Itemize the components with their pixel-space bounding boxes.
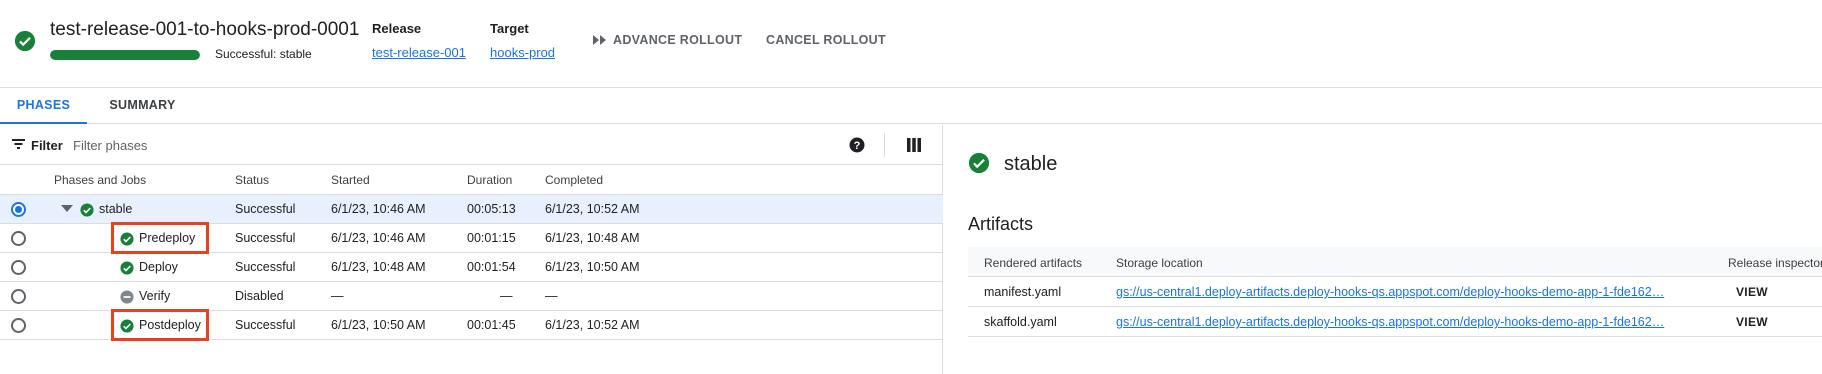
artifact-row: skaffold.yaml gs://us-central1.deploy-ar… <box>968 307 1822 337</box>
column-header-phases: Phases and Jobs <box>54 173 147 187</box>
job-name: Verify <box>139 289 171 303</box>
phases-panel: Filter ? Phases and Jobs Status Started … <box>0 125 943 374</box>
job-name: Predeploy <box>139 231 196 245</box>
row-duration: 00:01:54 <box>467 260 516 274</box>
table-row[interactable]: Postdeploy Successful 6/1/23, 10:50 AM 0… <box>0 309 943 341</box>
row-completed: 6/1/23, 10:50 AM <box>545 260 640 274</box>
check-circle-icon <box>120 261 134 275</box>
cancel-rollout-button[interactable]: CANCEL ROLLOUT <box>766 33 886 47</box>
phases-table-header: Phases and Jobs Status Started Duration … <box>0 165 943 195</box>
filter-icon <box>12 139 25 149</box>
row-started: — <box>331 289 344 303</box>
artifacts-table-header: Rendered artifacts Storage location Rele… <box>968 247 1822 277</box>
row-duration: 00:01:15 <box>467 231 516 245</box>
target-label: Target <box>490 21 529 36</box>
column-header-storage-location: Storage location <box>1116 256 1203 270</box>
row-radio[interactable] <box>11 289 26 304</box>
row-radio[interactable] <box>11 231 26 246</box>
artifact-name: manifest.yaml <box>984 285 1062 299</box>
check-circle-icon <box>120 232 134 246</box>
disabled-icon <box>120 290 134 304</box>
column-header-completed: Completed <box>545 173 604 187</box>
filter-input[interactable] <box>73 133 673 157</box>
filter-bar: Filter ? <box>0 125 943 165</box>
view-artifact-button[interactable]: VIEW <box>1736 315 1768 329</box>
artifact-name: skaffold.yaml <box>984 315 1057 329</box>
target-link[interactable]: hooks-prod <box>490 45 555 60</box>
tab-summary[interactable]: SUMMARY <box>95 88 190 124</box>
rollout-progress-fill <box>50 50 200 60</box>
artifact-row: manifest.yaml gs://us-central1.deploy-ar… <box>968 277 1822 307</box>
artifacts-heading: Artifacts <box>968 214 1034 234</box>
filter-label: Filter <box>31 138 63 153</box>
column-display-icon[interactable] <box>907 138 921 152</box>
row-started: 6/1/23, 10:48 AM <box>331 260 426 274</box>
artifact-storage-link[interactable]: gs://us-central1.deploy-artifacts.deploy… <box>1116 315 1691 329</box>
row-status: Disabled <box>235 289 284 303</box>
row-started: 6/1/23, 10:46 AM <box>331 202 426 216</box>
rollout-title: test-release-001-to-hooks-prod-0001 <box>50 19 360 40</box>
success-check-icon <box>968 152 990 174</box>
job-name: Deploy <box>139 260 178 274</box>
phase-detail-panel: stable Artifacts Rendered artifacts Stor… <box>944 125 1822 374</box>
row-radio[interactable] <box>11 260 26 275</box>
column-header-duration: Duration <box>467 173 513 187</box>
row-completed: 6/1/23, 10:48 AM <box>545 231 640 245</box>
row-duration: 00:01:45 <box>467 318 516 332</box>
table-row[interactable]: Predeploy Successful 6/1/23, 10:46 AM 00… <box>0 222 943 254</box>
column-header-rendered-artifacts: Rendered artifacts <box>984 256 1083 270</box>
collapse-caret-icon[interactable] <box>61 205 73 212</box>
table-row[interactable]: Verify Disabled — — — <box>0 282 943 311</box>
rollout-status: Successful: stable <box>215 47 312 61</box>
table-row[interactable]: stable Successful 6/1/23, 10:46 AM 00:05… <box>0 195 943 224</box>
column-header-started: Started <box>331 173 370 187</box>
help-icon[interactable]: ? <box>849 137 865 153</box>
rollout-progress-bar <box>50 50 200 60</box>
row-started: 6/1/23, 10:46 AM <box>331 231 426 245</box>
tab-phases[interactable]: PHASES <box>0 88 87 124</box>
row-status: Successful <box>235 260 296 274</box>
row-started: 6/1/23, 10:50 AM <box>331 318 426 332</box>
column-header-status: Status <box>235 173 270 187</box>
toolbar-divider <box>884 133 885 157</box>
rollout-header: test-release-001-to-hooks-prod-0001 Succ… <box>0 0 1822 88</box>
check-circle-icon <box>80 203 94 217</box>
job-name: Postdeploy <box>139 318 201 332</box>
check-circle-icon <box>120 319 134 333</box>
row-completed: 6/1/23, 10:52 AM <box>545 318 640 332</box>
row-completed: 6/1/23, 10:52 AM <box>545 202 640 216</box>
tab-bar: PHASES SUMMARY <box>0 88 1822 124</box>
success-check-icon <box>14 30 36 52</box>
row-completed: — <box>545 289 558 303</box>
release-link[interactable]: test-release-001 <box>372 45 466 60</box>
fast-forward-icon <box>593 35 606 45</box>
row-status: Successful <box>235 318 296 332</box>
row-status: Successful <box>235 202 296 216</box>
phase-name: stable <box>99 202 133 216</box>
row-radio[interactable] <box>11 318 26 333</box>
advance-rollout-button[interactable]: ADVANCE ROLLOUT <box>593 33 742 47</box>
svg-text:?: ? <box>854 140 861 152</box>
row-status: Successful <box>235 231 296 245</box>
view-artifact-button[interactable]: VIEW <box>1736 285 1768 299</box>
advance-rollout-label: ADVANCE ROLLOUT <box>613 33 743 47</box>
release-label: Release <box>372 21 422 36</box>
artifact-storage-link[interactable]: gs://us-central1.deploy-artifacts.deploy… <box>1116 285 1691 299</box>
cancel-rollout-label: CANCEL ROLLOUT <box>766 33 886 47</box>
row-duration: — <box>500 289 513 303</box>
phase-detail-title: stable <box>1004 153 1058 175</box>
row-duration: 00:05:13 <box>467 202 516 216</box>
table-row[interactable]: Deploy Successful 6/1/23, 10:48 AM 00:01… <box>0 253 943 282</box>
row-radio[interactable] <box>11 202 26 217</box>
column-header-release-inspector: Release inspector <box>1728 256 1822 270</box>
